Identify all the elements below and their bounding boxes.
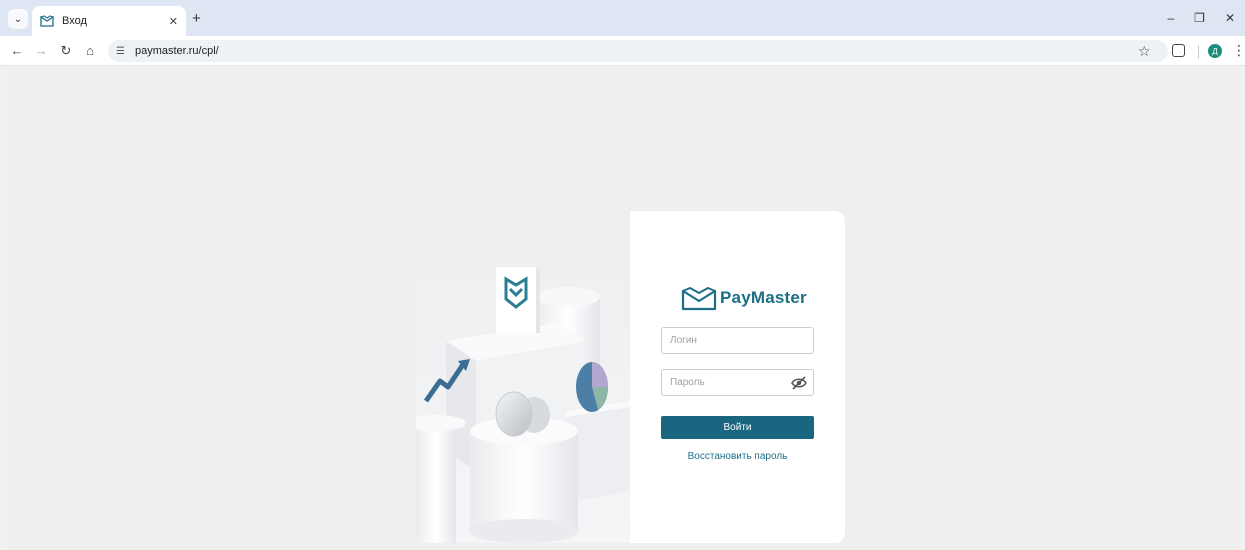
login-button[interactable]: Войти [661,416,814,439]
arrow-left-icon[interactable]: ← [9,43,25,58]
restore-password-link[interactable]: Восстановить пароль [661,451,814,462]
paymaster-logo-icon [40,15,54,27]
brand-logo: PayMaster [680,285,807,311]
window-close-icon[interactable]: ✕ [1225,11,1235,25]
paymaster-logo-icon [680,285,718,311]
tab-list-button[interactable]: ⌄ [8,9,28,29]
new-tab-plus-icon[interactable]: + [192,10,201,27]
url-text: paymaster.ru/cpl/ [134,45,219,57]
star-icon[interactable]: ☆ [1138,43,1151,60]
toolbar-divider [1198,45,1199,59]
reload-icon[interactable]: ↻ [58,43,74,59]
address-bar[interactable]: ☰ paymaster.ru/cpl/ [108,40,1168,62]
browser-tab[interactable]: Вход ✕ [32,6,186,36]
restore-icon[interactable]: ❐ [1194,11,1205,25]
brand-name: PayMaster [720,288,807,307]
login-field[interactable] [661,327,814,354]
eye-off-icon[interactable] [791,376,807,390]
more-vert-icon[interactable]: ⋮ [1232,42,1245,59]
avatar[interactable]: Д [1208,44,1222,58]
hero-illustration [416,211,630,543]
home-icon[interactable]: ⌂ [82,43,98,58]
close-icon[interactable]: ✕ [169,15,178,28]
login-input[interactable] [662,328,813,353]
window-controls: – ❐ ✕ [1167,11,1235,25]
password-field[interactable] [661,369,814,396]
login-card: PayMaster Войти Восстановить пароль [416,211,845,543]
browser-toolbar: ← → ↻ ⌂ ☰ paymaster.ru/cpl/ ☆ Д ⋮ [0,36,1245,66]
chevron-down-icon: ⌄ [13,13,23,25]
minimize-icon[interactable]: – [1167,11,1174,25]
tab-title: Вход [62,15,87,27]
browser-tab-bar: ⌄ Вход ✕ + – ❐ ✕ [0,0,1245,36]
tune-icon[interactable]: ☰ [116,46,125,57]
puzzle-icon[interactable] [1172,44,1185,57]
login-form: PayMaster Войти Восстановить пароль [630,211,845,543]
arrow-right-icon[interactable]: → [33,43,49,58]
